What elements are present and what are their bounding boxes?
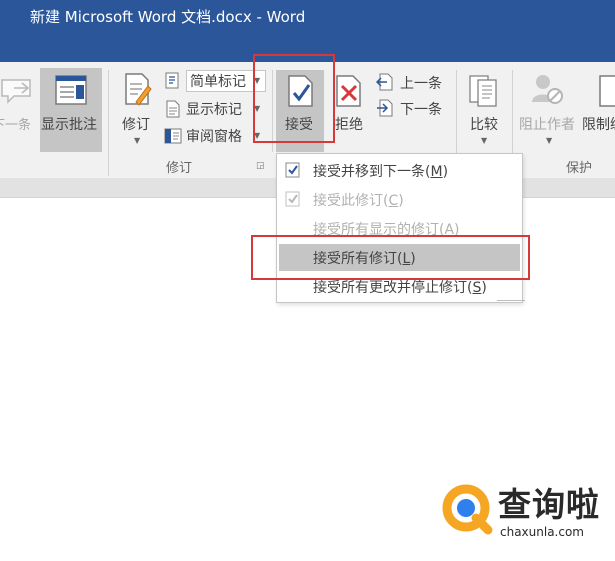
next-comment-label: 下一条 <box>0 118 32 133</box>
next-change-label: 下一条 <box>400 102 442 118</box>
block-authors-icon <box>532 75 563 104</box>
accept-highlight-box <box>253 54 335 143</box>
menu-item-label: 接受所有更改并停止修订(S) <box>313 280 487 296</box>
protect-group-label: 保护 <box>566 161 593 176</box>
separator <box>108 70 109 176</box>
reject-button[interactable]: 拒绝 <box>330 70 370 152</box>
restrict-editing-button[interactable]: 限制编 <box>582 70 615 152</box>
show-comments-label: 显示批注 <box>41 117 97 133</box>
title-bar: 新建 Microsoft Word 文档.docx - Word <box>0 0 615 62</box>
restrict-editing-label: 限制编 <box>582 117 615 133</box>
menu-item-accept-and-move-next[interactable]: 接受并移到下一条(M) <box>277 157 522 184</box>
track-changes-label: 修订 <box>122 117 150 133</box>
dialog-launcher-icon[interactable]: ◲ <box>256 161 265 171</box>
reviewing-pane-label: 审阅窗格 <box>186 129 242 145</box>
show-comments-button[interactable]: 显示批注 <box>40 68 102 152</box>
previous-change-icon <box>376 73 393 91</box>
block-authors-button[interactable]: 阻止作者 ▼ <box>516 70 580 152</box>
show-markup-icon <box>166 100 180 118</box>
watermark-logo: 查询啦 chaxunla.com <box>440 478 610 548</box>
reviewing-pane-dropdown[interactable]: 审阅窗格 ▼ <box>164 125 264 147</box>
tracking-group-label: 修订 <box>166 161 193 176</box>
restrict-editing-icon <box>599 75 615 107</box>
next-comment-button[interactable]: 下一条 <box>0 70 38 150</box>
window-title: 新建 Microsoft Word 文档.docx - Word <box>30 8 306 26</box>
next-comment-icon <box>1 79 31 104</box>
accept-all-highlight-box <box>251 235 530 280</box>
show-comments-icon <box>55 75 87 105</box>
markup-icon <box>165 72 179 89</box>
next-change-icon <box>377 99 393 117</box>
previous-change-label: 上一条 <box>400 76 442 92</box>
track-changes-icon <box>125 73 152 106</box>
check-icon <box>285 162 300 178</box>
check-icon <box>285 191 300 207</box>
chevron-down-icon: ▼ <box>481 136 488 145</box>
block-authors-label: 阻止作者 <box>519 117 575 133</box>
reject-label: 拒绝 <box>335 117 363 133</box>
reject-icon <box>336 75 361 107</box>
show-markup-dropdown[interactable]: 显示标记 ▼ <box>164 98 264 120</box>
compare-button[interactable]: 比较 ▼ <box>462 70 508 152</box>
page-corner-mark <box>497 300 525 317</box>
previous-change-button[interactable]: 上一条 <box>376 72 448 94</box>
simple-markup-value: 简单标记 <box>190 74 246 90</box>
compare-icon <box>469 75 497 107</box>
menu-item-label: 接受此修订(C) <box>313 193 404 209</box>
watermark-brand: 查询啦 <box>498 485 600 524</box>
menu-item-accept-this-change[interactable]: 接受此修订(C) <box>277 186 522 213</box>
watermark-url: chaxunla.com <box>500 525 584 539</box>
menu-item-label: 接受并移到下一条(M) <box>313 164 449 180</box>
next-change-button[interactable]: 下一条 <box>376 98 448 120</box>
compare-label: 比较 <box>470 117 498 133</box>
chevron-down-icon: ▼ <box>546 136 553 145</box>
reviewing-pane-icon <box>164 128 182 144</box>
show-markup-label: 显示标记 <box>186 102 242 118</box>
chevron-down-icon: ▼ <box>134 136 141 145</box>
track-changes-button[interactable]: 修订 ▼ <box>116 70 158 150</box>
simple-markup-dropdown[interactable]: 简单标记 ▼ <box>164 70 266 92</box>
watermark-q-icon <box>442 484 493 535</box>
accept-dropdown-menu: 接受并移到下一条(M) 接受此修订(C) 接受所有显示的修订(A) 接受所有修订… <box>276 153 523 303</box>
